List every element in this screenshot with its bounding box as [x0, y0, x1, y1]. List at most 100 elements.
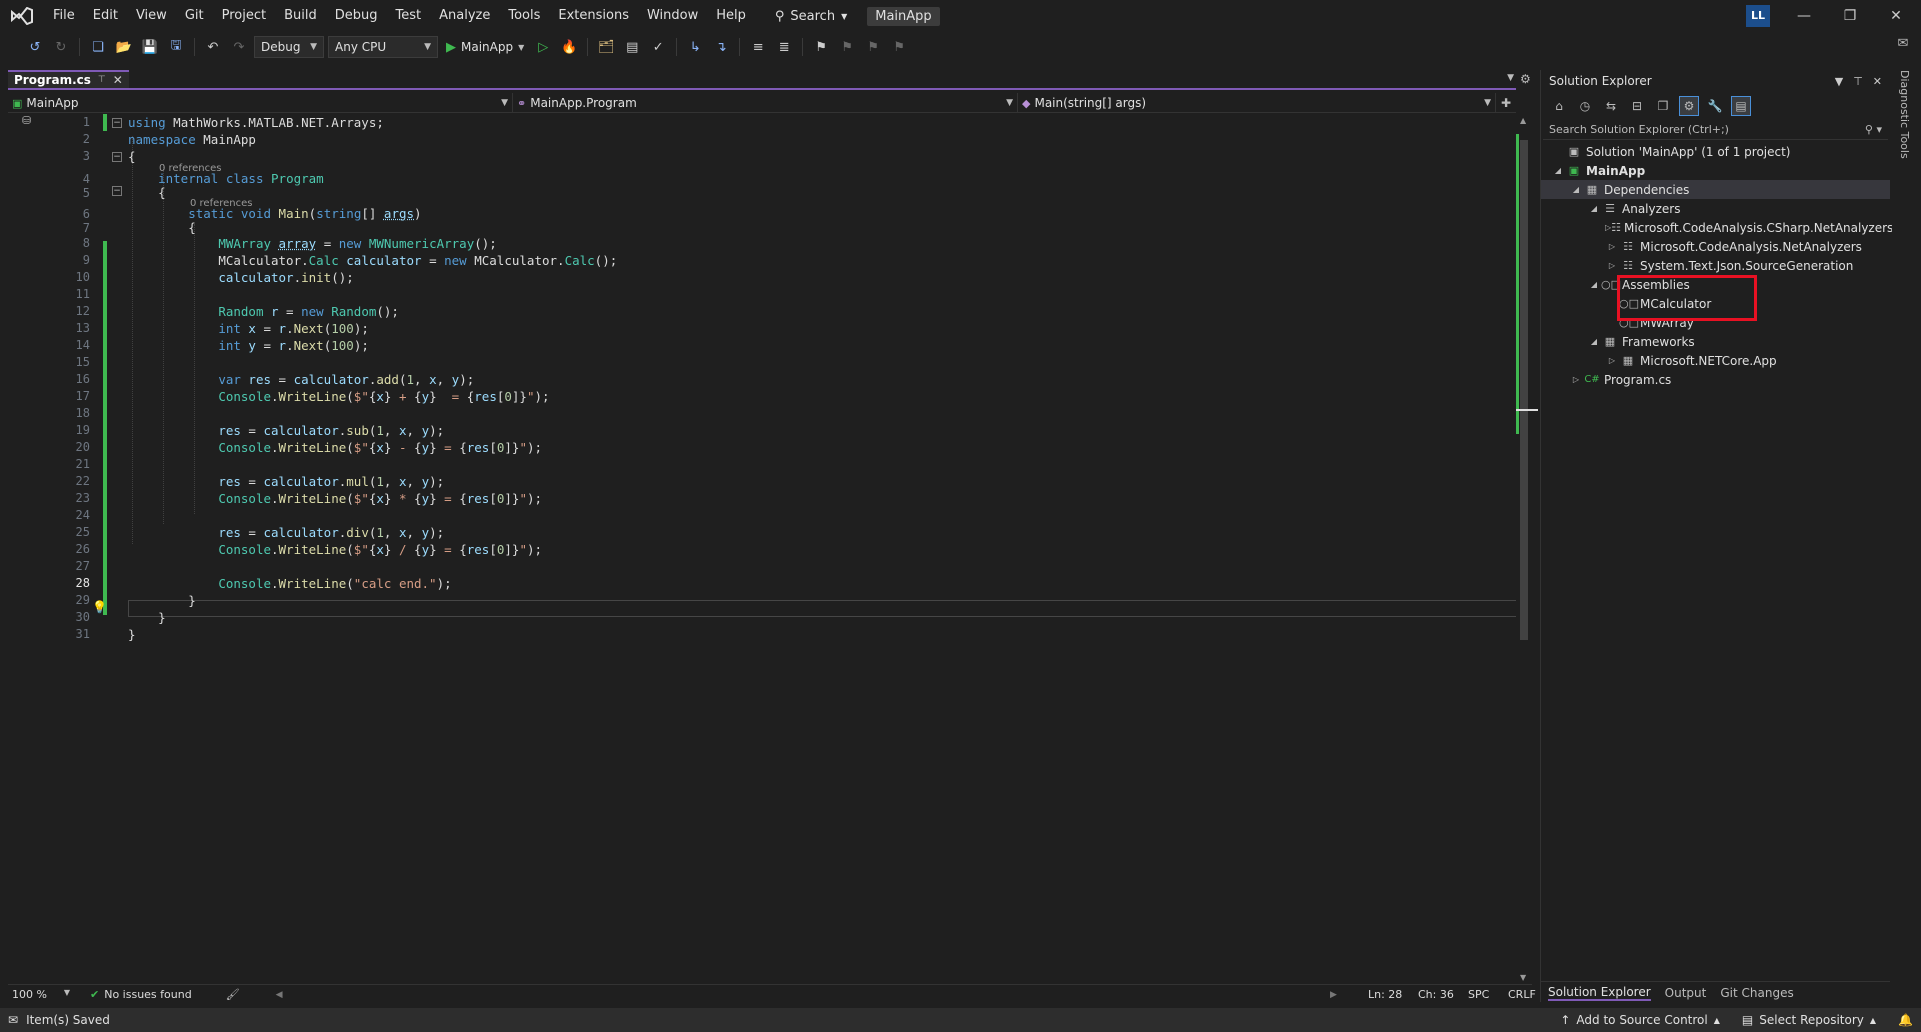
expanded-icon[interactable]: ◢	[1587, 337, 1601, 346]
line-ending-mode[interactable]: CRLF	[1508, 988, 1536, 1001]
pin-icon[interactable]: ⊤	[98, 75, 106, 85]
redo-button[interactable]: ↷	[228, 36, 250, 58]
codelens-references[interactable]: 0 references	[159, 163, 222, 175]
tree-node-analyzer[interactable]: ▷ ☷ System.Text.Json.SourceGeneration	[1541, 256, 1890, 275]
tree-node-analyzer[interactable]: ▷ ☷ Microsoft.CodeAnalysis.NetAnalyzers	[1541, 237, 1890, 256]
minimize-button[interactable]: —	[1781, 0, 1827, 32]
pin-icon[interactable]: ⊤	[1853, 75, 1863, 88]
collapse-icon[interactable]: −	[112, 152, 122, 162]
project-nav-select[interactable]: ▣ MainApp ▼	[8, 93, 513, 113]
cursor-line[interactable]: Ln: 28	[1368, 988, 1402, 1001]
uncomment-button[interactable]: ≣	[773, 36, 795, 58]
solution-search-input[interactable]: Search Solution Explorer (Ctrl+;) ⚲ ▾	[1543, 120, 1888, 140]
step-into-button[interactable]: ↳	[684, 36, 706, 58]
menu-file[interactable]: File	[44, 4, 84, 28]
gear-icon[interactable]: ⚙	[1520, 72, 1531, 86]
tab-git-changes[interactable]: Git Changes	[1720, 986, 1793, 1000]
menu-git[interactable]: Git	[176, 4, 213, 28]
platform-select[interactable]: Any CPU ▼	[328, 36, 438, 58]
close-icon[interactable]: ✕	[1873, 75, 1882, 88]
menu-tools[interactable]: Tools	[499, 4, 549, 28]
lightbulb-icon[interactable]: 💡	[92, 600, 107, 614]
tab-solution-explorer[interactable]: Solution Explorer	[1548, 985, 1651, 1001]
menu-help[interactable]: Help	[707, 4, 755, 28]
new-project-button[interactable]: ❏	[87, 36, 109, 58]
save-button[interactable]: 💾	[139, 36, 161, 58]
scroll-left-icon[interactable]: ◀	[276, 990, 283, 1000]
cursor-column[interactable]: Ch: 36	[1418, 988, 1454, 1001]
home-icon[interactable]: ⌂	[1549, 96, 1569, 116]
bookmark-button[interactable]: ⚑	[810, 36, 832, 58]
zoom-select[interactable]: 100 % ▼	[8, 988, 76, 1001]
menu-analyze[interactable]: Analyze	[430, 4, 499, 28]
scroll-down-icon[interactable]: ▼	[1520, 973, 1526, 982]
tab-output[interactable]: Output	[1665, 986, 1707, 1000]
tree-node-analyzers[interactable]: ◢ ☰ Analyzers	[1541, 199, 1890, 218]
menu-window[interactable]: Window	[638, 4, 707, 28]
restore-button[interactable]: ❐	[1827, 0, 1873, 32]
close-icon[interactable]: ✕	[113, 73, 123, 87]
navigate-back-button[interactable]: ↺	[24, 36, 46, 58]
hot-reload-button[interactable]: 🔥	[558, 36, 580, 58]
chevron-down-icon[interactable]: ▼	[1835, 75, 1843, 88]
tree-node-frameworks[interactable]: ◢ ▦ Frameworks	[1541, 332, 1890, 351]
layout-button[interactable]: ▤	[621, 36, 643, 58]
menu-build[interactable]: Build	[275, 4, 326, 28]
tab-overflow-dropdown-icon[interactable]: ▼	[1507, 73, 1514, 83]
type-nav-select[interactable]: ⚭ MainApp.Program ▼	[513, 93, 1018, 113]
open-file-button[interactable]: 📂	[113, 36, 135, 58]
collapse-all-icon[interactable]: ⊟	[1627, 96, 1647, 116]
tab-program-cs[interactable]: Program.cs ⊤ ✕	[8, 70, 129, 88]
collapse-icon[interactable]: −	[112, 186, 122, 196]
code-cleanup-icon[interactable]: 🖌	[226, 988, 240, 1001]
menu-debug[interactable]: Debug	[326, 4, 387, 28]
tree-node-solution[interactable]: ▣ Solution 'MainApp' (1 of 1 project)	[1541, 142, 1890, 161]
editor-vertical-scrollbar[interactable]: ▲ ▼	[1516, 114, 1538, 984]
close-window-button[interactable]: ✕	[1873, 0, 1919, 32]
browse-button[interactable]: 🗂	[595, 36, 617, 58]
whitespace-mode[interactable]: SPC	[1468, 988, 1489, 1001]
show-all-files-icon[interactable]: ❐	[1653, 96, 1673, 116]
visual-studio-logo-icon[interactable]	[0, 0, 44, 32]
scroll-right-icon[interactable]: ▶	[1330, 990, 1337, 1000]
collapsed-icon[interactable]: ▷	[1605, 242, 1619, 251]
tree-node-framework[interactable]: ▷ ▦ Microsoft.NETCore.App	[1541, 351, 1890, 370]
clear-bookmarks-button[interactable]: ⚑	[888, 36, 910, 58]
step-over-button[interactable]: ↴	[710, 36, 732, 58]
tree-node-project[interactable]: ◢ ▣ MainApp	[1541, 161, 1890, 180]
select-repository-button[interactable]: ▤ Select Repository ▲	[1742, 1013, 1876, 1027]
save-all-button[interactable]: 🖫	[165, 36, 187, 58]
code-editor[interactable]: ⛁ 1 2 3 4 5 6 7 8 9 10 11 12 13 14 15 16 17 18 19 20 21 22 23 2…	[8, 114, 1518, 984]
filter-icon[interactable]: ⚙	[1679, 96, 1699, 116]
feedback-icon[interactable]: ✉	[1892, 36, 1914, 51]
collapsed-icon[interactable]: ▷	[1605, 261, 1619, 270]
scrollbar-thumb[interactable]	[1520, 140, 1528, 640]
properties-wrench-icon[interactable]: 🔧	[1705, 96, 1725, 116]
menu-extensions[interactable]: Extensions	[549, 4, 638, 28]
configuration-select[interactable]: Debug ▼	[254, 36, 324, 58]
tree-node-analyzer[interactable]: ▷ ☷ Microsoft.CodeAnalysis.CSharp.NetAna…	[1541, 218, 1893, 237]
codelens-references[interactable]: 0 references	[190, 198, 253, 210]
expanded-icon[interactable]: ◢	[1569, 185, 1583, 194]
diagnostic-tools-tab[interactable]: Diagnostic Tools	[1898, 70, 1911, 159]
collapsed-icon[interactable]: ▷	[1605, 356, 1619, 365]
collapsed-icon[interactable]: ▷	[1569, 375, 1583, 384]
menu-edit[interactable]: Edit	[84, 4, 127, 28]
sync-icon[interactable]: ⇆	[1601, 96, 1621, 116]
next-bookmark-button[interactable]: ⚑	[862, 36, 884, 58]
history-icon[interactable]: ◷	[1575, 96, 1595, 116]
tree-node-file[interactable]: ▷ C# Program.cs	[1541, 370, 1890, 389]
navigate-forward-button[interactable]: ↻	[50, 36, 72, 58]
menu-view[interactable]: View	[127, 4, 176, 28]
start-without-debugging-button[interactable]: ▷	[532, 36, 554, 58]
expanded-icon[interactable]: ◢	[1587, 280, 1601, 289]
prev-bookmark-button[interactable]: ⚑	[836, 36, 858, 58]
comment-button[interactable]: ≡	[747, 36, 769, 58]
search-menu[interactable]: ⚲ Search ▼	[767, 9, 855, 24]
spell-check-button[interactable]: ✓	[647, 36, 669, 58]
start-debugging-button[interactable]: ▶ MainApp ▼	[442, 40, 528, 55]
expanded-icon[interactable]: ◢	[1587, 204, 1601, 213]
split-window-icon[interactable]: ✚	[1496, 93, 1516, 112]
menu-project[interactable]: Project	[213, 4, 275, 28]
member-nav-select[interactable]: ◆ Main(string[] args) ▼	[1018, 93, 1496, 113]
